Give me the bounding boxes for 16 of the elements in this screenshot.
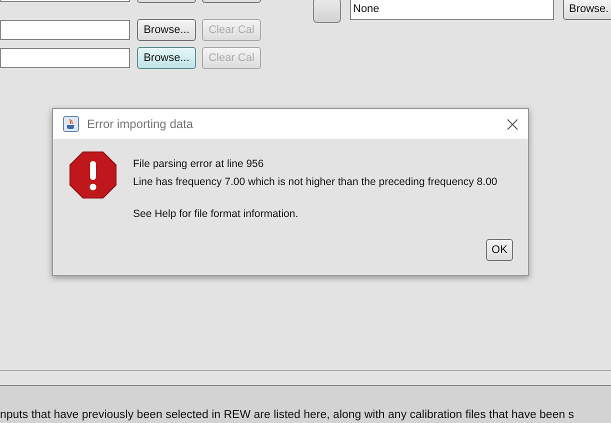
help-text: nputs that have previously been selected in REW are listed here, along with any calibration files that have been s xyxy=(0,408,574,422)
error-message: File parsing error at line 956 xyxy=(133,157,265,171)
error-stop-icon xyxy=(69,151,117,199)
device-field[interactable]: None xyxy=(350,0,554,20)
browse-button[interactable]: Browse... xyxy=(137,19,196,41)
error-message: Line has frequency 7.00 which is not higher than the preceding frequency 8.00 xyxy=(133,175,498,189)
button[interactable] xyxy=(313,0,341,23)
dialog-title: Error importing data xyxy=(87,117,194,131)
browse-button[interactable]: Browse. xyxy=(563,0,611,20)
close-icon[interactable] xyxy=(507,118,518,130)
browse-button[interactable]: Browse... xyxy=(137,47,196,69)
help-hint: See Help for file format information. xyxy=(133,207,300,221)
file-path-field[interactable] xyxy=(0,48,130,68)
cup-icon xyxy=(63,116,79,132)
ok-button[interactable]: OK xyxy=(486,239,513,261)
file-path-field[interactable] xyxy=(0,20,130,40)
